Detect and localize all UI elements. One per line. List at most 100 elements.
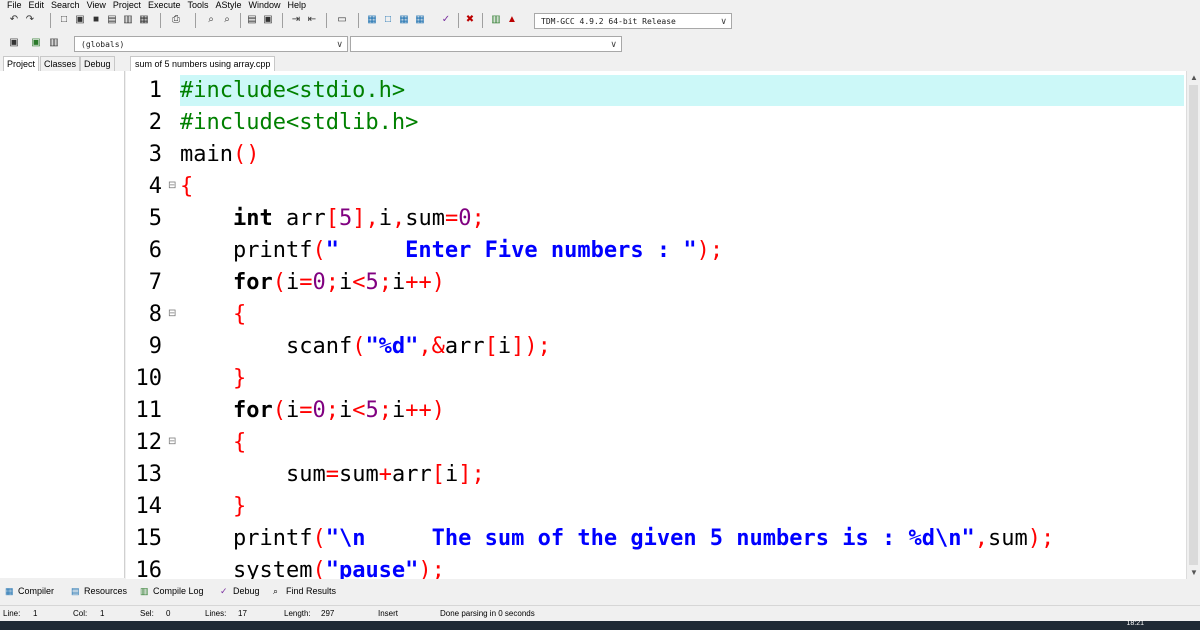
vertical-scrollbar[interactable]: ▲ ▼ [1186, 71, 1200, 579]
code-token: i [378, 206, 392, 231]
scroll-up-icon[interactable]: ▲ [1190, 73, 1198, 82]
code-line[interactable]: main() [180, 139, 259, 171]
code-token: system [180, 558, 313, 579]
scroll-down-icon[interactable]: ▼ [1190, 568, 1198, 577]
code-line[interactable]: scanf("%d",&arr[i]); [180, 331, 551, 363]
code-token: ( [352, 334, 366, 359]
line-number: 10 [135, 366, 163, 391]
code-token: ); [696, 238, 724, 263]
tab-resources[interactable]: ▤ Resources [71, 583, 127, 600]
fold-toggle-icon[interactable]: ⊟ [168, 180, 176, 191]
code-token: i [497, 334, 512, 359]
new-project-icon[interactable]: ▣ [8, 37, 20, 49]
tab-compiler[interactable]: ▦ Compiler [5, 583, 54, 600]
code-token: scanf [180, 334, 353, 359]
debug-icon[interactable]: ▲ [506, 14, 518, 26]
tab-classes[interactable]: Classes [40, 56, 81, 71]
code-line[interactable]: for(i=0;i<5;i++) [180, 267, 445, 299]
code-line[interactable]: sum=sum+arr[i]; [180, 459, 485, 491]
code-line[interactable]: } [180, 491, 246, 523]
menu-search[interactable]: Search [51, 0, 80, 10]
code-line[interactable]: } [180, 363, 246, 395]
line-number: 14 [135, 494, 163, 519]
code-token: ); [1027, 526, 1055, 551]
code-token: int [232, 206, 273, 231]
code-token: "pause" [325, 558, 419, 579]
bookmark-icon[interactable]: ▣ [262, 14, 274, 26]
code-token: = [444, 206, 459, 231]
scope-select[interactable]: (globals) ∨ [74, 36, 348, 52]
compile-icon[interactable]: ▦ [366, 14, 378, 26]
tab-compile-log[interactable]: ▥ Compile Log [140, 583, 204, 600]
code-line[interactable]: { [180, 171, 193, 203]
save-all-icon[interactable]: ▤ [106, 14, 118, 26]
menu-file[interactable]: File [7, 0, 22, 10]
compile-run-icon[interactable]: ▦ [398, 14, 410, 26]
code-token: sum [338, 462, 379, 487]
code-line[interactable]: for(i=0;i<5;i++) [180, 395, 445, 427]
code-line[interactable]: printf("\n The sum of the given 5 number… [180, 523, 1054, 555]
code-token: sum [405, 206, 445, 231]
symbol-select[interactable]: ∨ [350, 36, 622, 52]
tab-project[interactable]: Project [3, 56, 40, 71]
toolbar-separator [282, 13, 283, 28]
menu-edit[interactable]: Edit [29, 0, 45, 10]
code-line[interactable]: printf(" Enter Five numbers : "); [180, 235, 723, 267]
code-token: main [180, 142, 233, 167]
fold-toggle-icon[interactable]: ⊟ [168, 436, 176, 447]
code-line[interactable]: system("pause"); [180, 555, 445, 579]
rebuild-icon[interactable]: ▦ [414, 14, 426, 26]
profile-icon[interactable]: ▥ [490, 14, 502, 26]
syntax-check-icon[interactable]: ✓ [440, 14, 452, 26]
menu-tools[interactable]: Tools [187, 0, 208, 10]
open-file-icon[interactable]: ▣ [74, 14, 86, 26]
menu-window[interactable]: Window [249, 0, 281, 10]
scrollbar-thumb[interactable] [1189, 85, 1198, 565]
code-token: ,& [418, 334, 445, 359]
print-icon[interactable]: ⎙ [170, 14, 182, 26]
tab-debug[interactable]: Debug [80, 56, 115, 71]
code-token: ; [325, 270, 339, 295]
menu-project[interactable]: Project [113, 0, 141, 10]
fold-toggle-icon[interactable]: ⊟ [168, 308, 176, 319]
compiler-select[interactable]: TDM-GCC 4.9.2 64-bit Release ∨ [534, 13, 732, 29]
stop-execution-icon[interactable]: ✖ [464, 14, 476, 26]
toolbar-separator [50, 13, 51, 28]
code-token: ); [418, 558, 445, 579]
bottom-panel-tabs: ▦ Compiler ▤ Resources ▥ Compile Log ✓ Debug… [0, 583, 1200, 600]
toggle-comment-icon[interactable]: ▭ [336, 14, 348, 26]
code-token: { [232, 302, 247, 327]
menu-execute[interactable]: Execute [148, 0, 181, 10]
tab-debug-bottom[interactable]: ✓ Debug [220, 583, 260, 600]
tab-find-results[interactable]: ⌕ Find Results [273, 583, 336, 600]
redo-icon[interactable]: ↷ [24, 14, 36, 26]
code-line[interactable]: { [180, 299, 246, 331]
tab-file[interactable]: sum of 5 numbers using array.cpp [130, 56, 276, 71]
menu-astyle[interactable]: AStyle [215, 0, 241, 10]
run-icon[interactable]: □ [382, 14, 394, 26]
replace-icon[interactable]: ⌕ [221, 14, 233, 26]
new-file-icon[interactable]: □ [58, 14, 70, 26]
find-icon[interactable]: ⌕ [205, 14, 217, 26]
code-line[interactable]: #include<stdio.h> [180, 75, 405, 107]
add-to-project-icon[interactable]: ▣ [30, 37, 42, 49]
close-file-icon[interactable]: ▥ [122, 14, 134, 26]
code-line[interactable]: { [180, 427, 246, 459]
indent-icon[interactable]: ⇥ [290, 14, 302, 26]
menu-view[interactable]: View [87, 0, 106, 10]
save-icon[interactable]: ■ [90, 14, 102, 26]
unindent-icon[interactable]: ⇤ [306, 14, 318, 26]
line-number: 12 [135, 430, 163, 455]
menu-help[interactable]: Help [288, 0, 307, 10]
code-editor[interactable]: 1 2 3 4 ⊟ 5 6 7 8 ⊟ 9 10 11 12 ⊟ 13 14 15 16 #include<stdi… [126, 71, 1186, 579]
code-token: printf [180, 238, 313, 263]
code-line[interactable]: int arr[5],i,sum=0; [180, 203, 485, 235]
goto-line-icon[interactable]: ▤ [246, 14, 258, 26]
code-line[interactable]: #include<stdlib.h> [180, 107, 418, 139]
code-token: ], [352, 206, 379, 231]
remove-from-project-icon[interactable]: ▥ [48, 37, 60, 49]
close-all-icon[interactable]: ▦ [138, 14, 150, 26]
code-token: } [232, 494, 247, 519]
undo-icon[interactable]: ↶ [8, 14, 20, 26]
code-token: 5 [365, 398, 379, 423]
